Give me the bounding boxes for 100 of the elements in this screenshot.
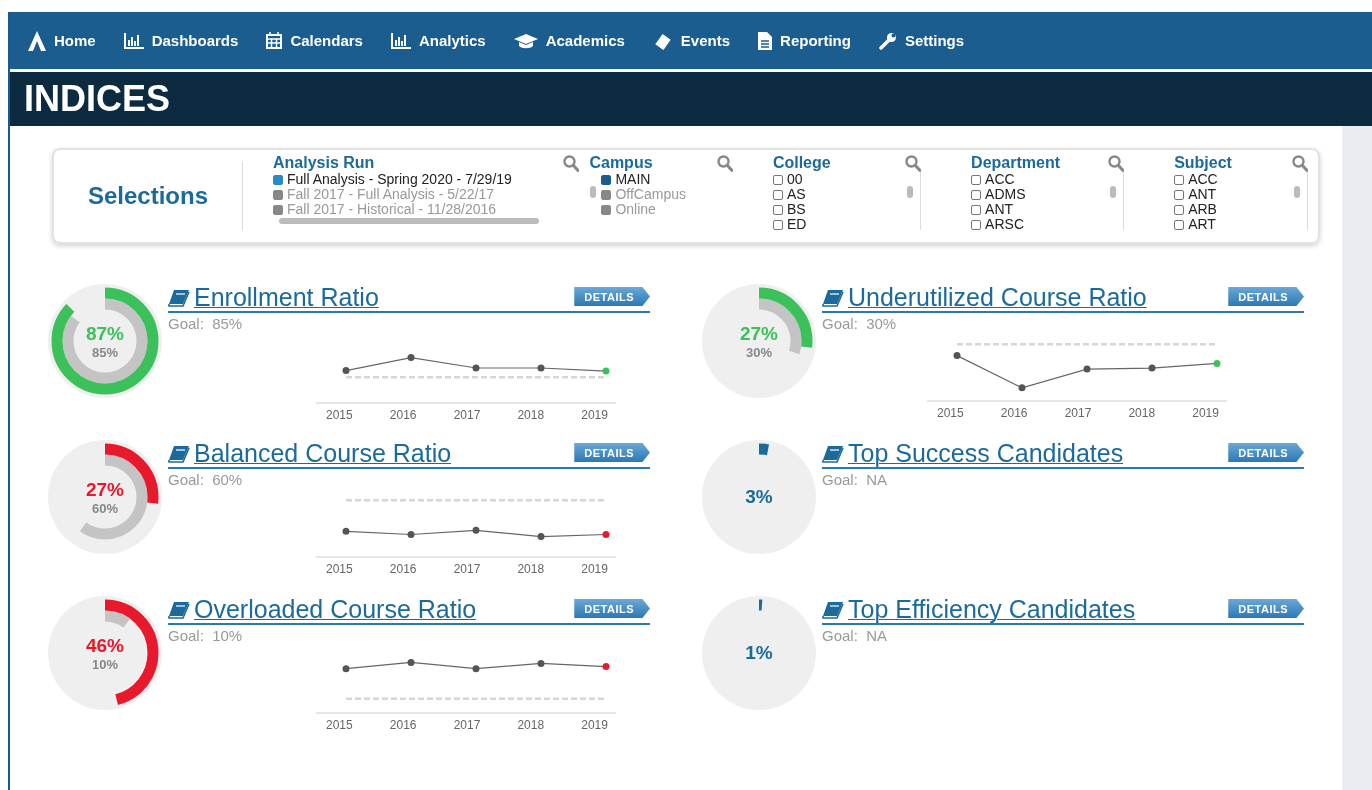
scrollbar[interactable] — [278, 218, 539, 224]
nav-link[interactable]: Calendars — [266, 32, 363, 49]
data-point — [1083, 365, 1091, 373]
details-button[interactable]: DETAILS — [1228, 443, 1304, 462]
details-button[interactable]: DETAILS — [574, 599, 650, 618]
axis-label: 2017 — [453, 718, 481, 732]
filter-title: Subject — [1174, 154, 1232, 172]
axis-label: 2016 — [389, 408, 417, 422]
filter-option[interactable]: Full Analysis - Spring 2020 - 7/29/19 — [272, 172, 590, 187]
book-icon — [822, 444, 844, 463]
filter-option[interactable]: ADMS — [971, 187, 1026, 202]
axis-label: 2019 — [1192, 406, 1219, 420]
index-title-link[interactable]: Overloaded Course Ratio — [168, 596, 477, 623]
filter-option[interactable]: AS — [772, 187, 807, 202]
axis-label: 2019 — [581, 408, 608, 422]
scrollbar[interactable] — [1109, 172, 1125, 230]
gauge-goal: 30% — [746, 344, 772, 360]
filter-title: College — [772, 154, 831, 172]
book-icon — [168, 600, 190, 619]
filter-option[interactable]: ACC — [1174, 172, 1218, 187]
filter-title: Department — [971, 154, 1060, 172]
search-icon[interactable] — [716, 154, 733, 172]
search-icon[interactable] — [1108, 154, 1125, 172]
data-point — [407, 531, 415, 538]
axis-label: 2016 — [389, 718, 417, 732]
axis-label: 2017 — [453, 408, 481, 422]
index-title-link[interactable]: Top Success Candidates — [822, 440, 1124, 467]
filter-option[interactable]: ART — [1174, 217, 1218, 232]
nav-link[interactable]: Dashboards — [123, 32, 239, 49]
data-point — [537, 659, 545, 667]
data-point — [342, 367, 350, 375]
gauge-value: 27% — [740, 322, 778, 345]
filter-option[interactable]: ANT — [1174, 187, 1218, 202]
panel-title: Selections — [87, 182, 208, 210]
filter-option[interactable]: ARB — [1174, 202, 1218, 217]
nav-link[interactable]: Reporting — [758, 31, 851, 50]
filter-option[interactable]: ED — [772, 217, 807, 232]
filter-title: Campus — [589, 154, 653, 172]
page-title: INDICES — [24, 78, 171, 120]
gauge-goal: 10% — [92, 656, 118, 672]
goal-label: Goal: 30% — [822, 315, 898, 332]
book-icon — [168, 444, 190, 463]
gauge-goal: 60% — [92, 500, 118, 516]
nav-link[interactable]: Academics — [513, 32, 625, 49]
logo-icon — [28, 30, 46, 51]
axis-label: 2015 — [326, 562, 353, 576]
data-point — [953, 352, 961, 360]
nav-link[interactable]: Events — [652, 31, 731, 50]
scrollbar[interactable] — [1293, 172, 1308, 230]
bar-chart-icon — [123, 32, 144, 49]
nav-link[interactable]: Analytics — [390, 32, 486, 49]
data-point — [342, 665, 350, 673]
gauge-value: 3% — [745, 486, 773, 508]
filter-option[interactable]: BS — [772, 202, 807, 217]
index-title-link[interactable]: Top Efficiency Candidates — [822, 596, 1136, 623]
index-title-link[interactable]: Balanced Course Ratio — [168, 440, 452, 467]
goal-label: Goal: NA — [822, 471, 889, 488]
filter-option[interactable]: ANT — [971, 202, 1026, 217]
filter-option[interactable]: ACC — [971, 172, 1026, 187]
filter-option[interactable]: MAIN — [601, 172, 686, 187]
book-icon — [168, 288, 190, 307]
search-icon[interactable] — [563, 154, 580, 172]
gauge-value: 46% — [86, 634, 124, 657]
details-button[interactable]: DETAILS — [1228, 599, 1304, 618]
details-button[interactable]: DETAILS — [574, 443, 650, 462]
data-point — [472, 526, 480, 534]
filter-option[interactable]: 00 — [772, 172, 807, 187]
axis-label: 2015 — [326, 718, 353, 732]
search-icon[interactable] — [1292, 154, 1308, 172]
nav-link[interactable]: Settings — [878, 31, 965, 50]
data-point — [602, 531, 610, 538]
nav-link[interactable]: Home — [28, 30, 96, 51]
index-title-link[interactable]: Enrollment Ratio — [168, 284, 379, 311]
index-title-link[interactable]: Underutilized Course Ratio — [822, 284, 1147, 311]
gauge-value: 1% — [745, 642, 773, 664]
details-button[interactable]: DETAILS — [574, 287, 650, 306]
data-point — [472, 665, 480, 673]
axis-label: 2016 — [1000, 406, 1028, 420]
data-point — [1148, 364, 1156, 372]
axis-label: 2017 — [1064, 406, 1092, 420]
filter-option[interactable]: ARSC — [971, 217, 1026, 232]
axis-label: 2018 — [517, 408, 545, 422]
goal-label: Goal: 60% — [168, 471, 244, 488]
scrollbar[interactable] — [906, 172, 922, 230]
data-point — [602, 367, 610, 375]
goal-label: Goal: 10% — [168, 627, 244, 644]
search-icon[interactable] — [905, 154, 922, 172]
details-button[interactable]: DETAILS — [1228, 287, 1304, 306]
book-icon — [822, 600, 844, 619]
axis-label: 2018 — [517, 562, 545, 576]
graduation-cap-icon — [513, 32, 538, 49]
data-point — [602, 663, 610, 671]
filter-title: Analysis Run — [272, 154, 375, 172]
data-point — [472, 364, 480, 372]
axis-label: 2019 — [581, 562, 608, 576]
axis-label: 2018 — [1128, 406, 1156, 420]
goal-label: Goal: NA — [822, 627, 889, 644]
bar-chart-icon — [390, 32, 411, 49]
gauge-value: 87% — [86, 322, 124, 345]
wrench-icon — [878, 31, 897, 50]
